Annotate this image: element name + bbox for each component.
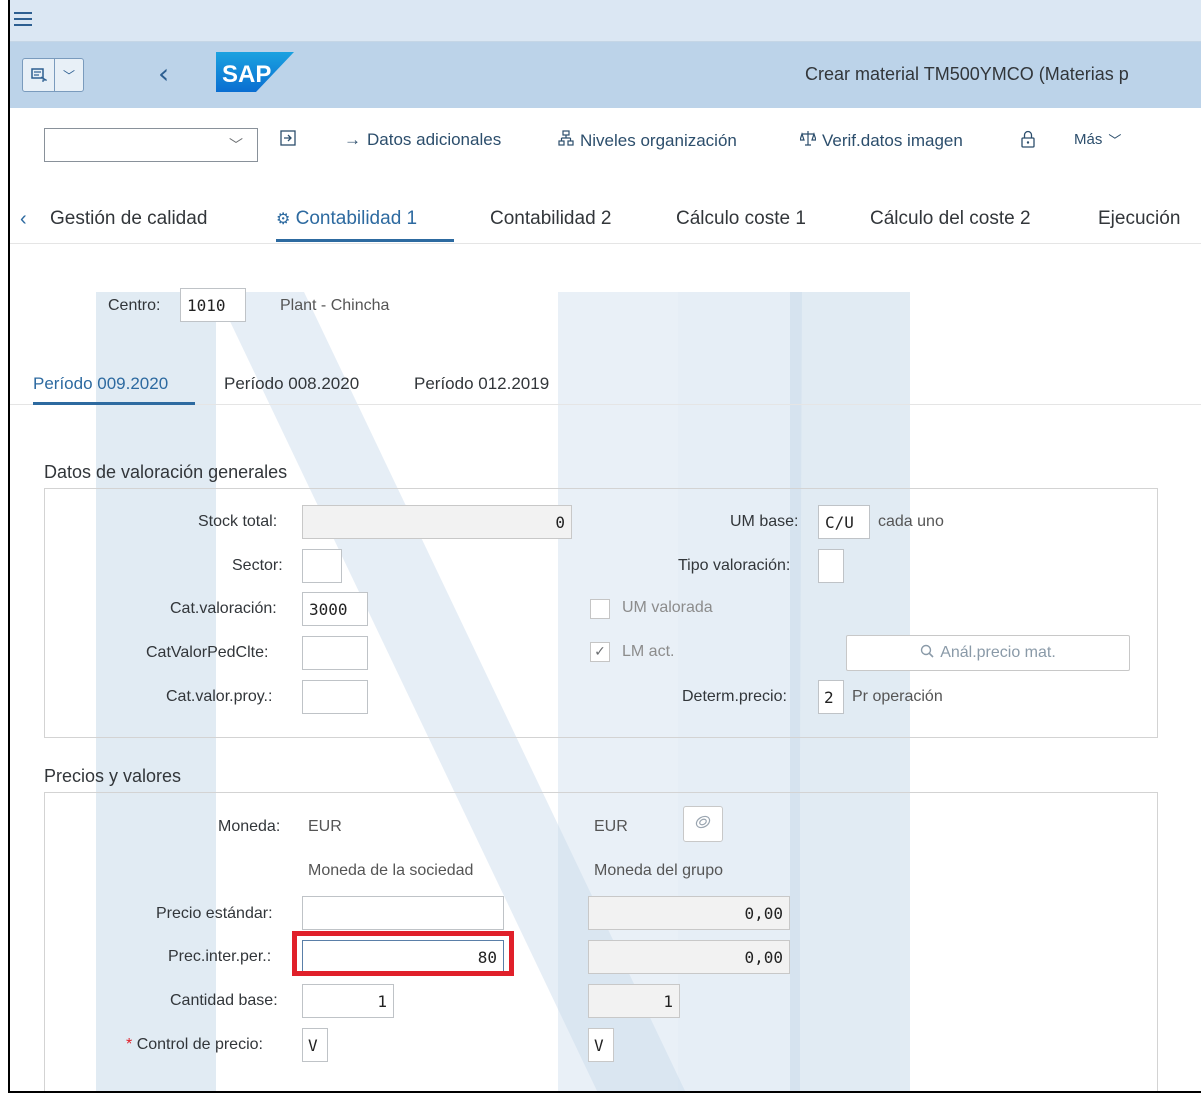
action-select[interactable]: ﹀ — [44, 128, 258, 162]
page-title: Crear material TM500YMCO (Materias p — [805, 64, 1129, 84]
tab-contabilidad-1[interactable]: ⚙ Contabilidad 1 — [276, 208, 417, 230]
cantidad-base-label: Cantidad base: — [170, 992, 278, 1009]
tabs-scroll-left-icon[interactable]: ‹ — [20, 208, 27, 231]
tipo-valoracion-label: Tipo valoración: — [678, 557, 791, 574]
shell-header: ﹀ ‹ SAP Crear material TM500YMCO (Materi… — [10, 42, 1201, 108]
shell-top-strip — [10, 0, 1201, 42]
chevron-down-icon: ﹀ — [1108, 133, 1122, 148]
arrow-right-icon: → — [344, 130, 361, 149]
tab-calculo-coste-1[interactable]: Cálculo coste 1 — [676, 208, 806, 230]
tab-icon: ⚙ — [276, 211, 291, 228]
tab-periodo-012-2019[interactable]: Período 012.2019 — [414, 374, 549, 394]
tipo-valoracion-field[interactable] — [818, 549, 844, 583]
tab-calculo-coste-2[interactable]: Cálculo del coste 2 — [870, 208, 1031, 230]
chevron-down-icon: ﹀ — [62, 68, 75, 83]
centro-description: Plant - Chincha — [280, 297, 390, 314]
search-icon — [920, 644, 934, 663]
tab-contabilidad-1-label: Contabilidad 1 — [295, 208, 418, 229]
lm-act-checkbox[interactable]: ✓ — [590, 642, 610, 662]
hamburger-icon[interactable] — [14, 8, 34, 30]
sap-window: ﹀ ‹ SAP Crear material TM500YMCO (Materi… — [8, 0, 1201, 1093]
tab-divider — [10, 243, 1201, 244]
sector-label: Sector: — [232, 557, 283, 574]
tab-contabilidad-2[interactable]: Contabilidad 2 — [490, 208, 611, 230]
control-precio-grupo-field: V — [588, 1028, 614, 1062]
cat-valor-proy-field[interactable] — [302, 680, 368, 714]
anal-precio-mat-label: Anál.precio mat. — [940, 644, 1056, 661]
determ-precio-text: Pr operación — [852, 688, 943, 705]
balance-icon — [799, 130, 817, 151]
prec-inter-per-label: Prec.inter.per.: — [168, 948, 272, 965]
more-label: Más — [1074, 131, 1103, 148]
datos-adicionales-label: Datos adicionales — [367, 130, 502, 149]
control-precio-label-text: Control de precio: — [136, 1036, 263, 1053]
precios-group-title: Precios y valores — [44, 766, 182, 786]
moneda-grupo-value: EUR — [594, 818, 628, 835]
stock-total-label: Stock total: — [198, 513, 278, 530]
prec-inter-per-sociedad-field[interactable]: 80 — [302, 940, 504, 974]
um-base-text: cada uno — [878, 513, 944, 530]
um-base-field[interactable]: C/U — [818, 505, 870, 539]
section-tab-bar: ‹ Gestión de calidad ⚙ Contabilidad 1 Co… — [10, 196, 1201, 246]
checkmark-icon: ✓ — [594, 644, 606, 660]
cat-valor-ped-clte-label: CatValorPedClte: — [146, 644, 269, 661]
um-base-label: UM base: — [730, 513, 799, 530]
export-icon — [280, 130, 296, 151]
menu-button[interactable]: ﹀ — [22, 58, 84, 92]
valoracion-group-title: Datos de valoración generales — [44, 462, 288, 482]
sector-field[interactable] — [302, 549, 342, 583]
toolbar: ﹀ → Datos adicionales Niveles organizaci… — [10, 108, 1201, 170]
determ-precio-label: Determ.precio: — [682, 688, 787, 705]
col-grupo-header: Moneda del grupo — [594, 862, 723, 879]
active-tab-indicator — [276, 239, 454, 242]
active-period-indicator — [33, 402, 195, 405]
centro-field[interactable]: 1010 — [180, 288, 246, 322]
export-button[interactable] — [280, 130, 296, 151]
tab-periodo-009-2020[interactable]: Período 009.2020 — [33, 374, 168, 394]
moneda-sociedad-value: EUR — [308, 818, 342, 835]
lock-button[interactable] — [1020, 130, 1036, 153]
moneda-label: Moneda: — [218, 818, 281, 835]
cantidad-base-sociedad-field[interactable]: 1 — [302, 984, 394, 1018]
centro-label: Centro: — [108, 297, 161, 314]
lm-act-label: LM act. — [622, 643, 675, 660]
control-precio-sociedad-field[interactable]: V — [302, 1028, 328, 1062]
um-valorada-label: UM valorada — [622, 599, 713, 616]
currency-icon — [694, 813, 712, 835]
datos-adicionales-button[interactable]: → Datos adicionales — [344, 130, 501, 150]
sap-logo: SAP — [216, 52, 294, 92]
verif-datos-imagen-label: Verif.datos imagen — [822, 130, 963, 150]
niveles-organizacion-button[interactable]: Niveles organización — [558, 130, 737, 151]
org-levels-icon — [558, 130, 574, 151]
precio-estandar-grupo-field: 0,00 — [588, 896, 790, 930]
cat-valor-proy-label: Cat.valor.proy.: — [166, 688, 273, 705]
cat-valoracion-label: Cat.valoración: — [170, 600, 277, 617]
chevron-down-icon: ﹀ — [229, 138, 243, 154]
anal-precio-mat-button[interactable]: Anál.precio mat. — [846, 635, 1130, 671]
currency-toggle-button[interactable] — [683, 806, 723, 842]
tab-periodo-008-2020[interactable]: Período 008.2020 — [224, 374, 359, 394]
verif-datos-imagen-button[interactable]: Verif.datos imagen — [799, 130, 963, 151]
tab-gestion-calidad[interactable]: Gestión de calidad — [50, 208, 207, 230]
control-precio-label: * Control de precio: — [126, 1036, 263, 1054]
back-button[interactable]: ‹ — [158, 60, 169, 88]
cantidad-base-grupo-field: 1 — [588, 984, 680, 1018]
precio-estandar-label: Precio estándar: — [156, 905, 273, 922]
cat-valor-ped-clte-field[interactable] — [302, 636, 368, 670]
menu-icon — [23, 59, 55, 91]
um-valorada-checkbox[interactable] — [590, 599, 610, 619]
required-marker: * — [126, 1036, 133, 1053]
niveles-organizacion-label: Niveles organización — [580, 130, 737, 150]
precio-estandar-sociedad-field[interactable] — [302, 896, 504, 930]
more-button[interactable]: Más ﹀ — [1074, 130, 1121, 149]
cat-valoracion-field[interactable]: 3000 — [302, 592, 368, 626]
lock-icon — [1020, 130, 1036, 153]
stock-total-field: 0 — [302, 505, 572, 539]
determ-precio-field[interactable]: 2 — [818, 680, 844, 714]
svg-text:SAP: SAP — [222, 61, 271, 88]
prec-inter-per-grupo-field: 0,00 — [588, 940, 790, 974]
tab-ejecucion[interactable]: Ejecución — [1098, 208, 1180, 230]
col-sociedad-header: Moneda de la sociedad — [308, 862, 474, 879]
